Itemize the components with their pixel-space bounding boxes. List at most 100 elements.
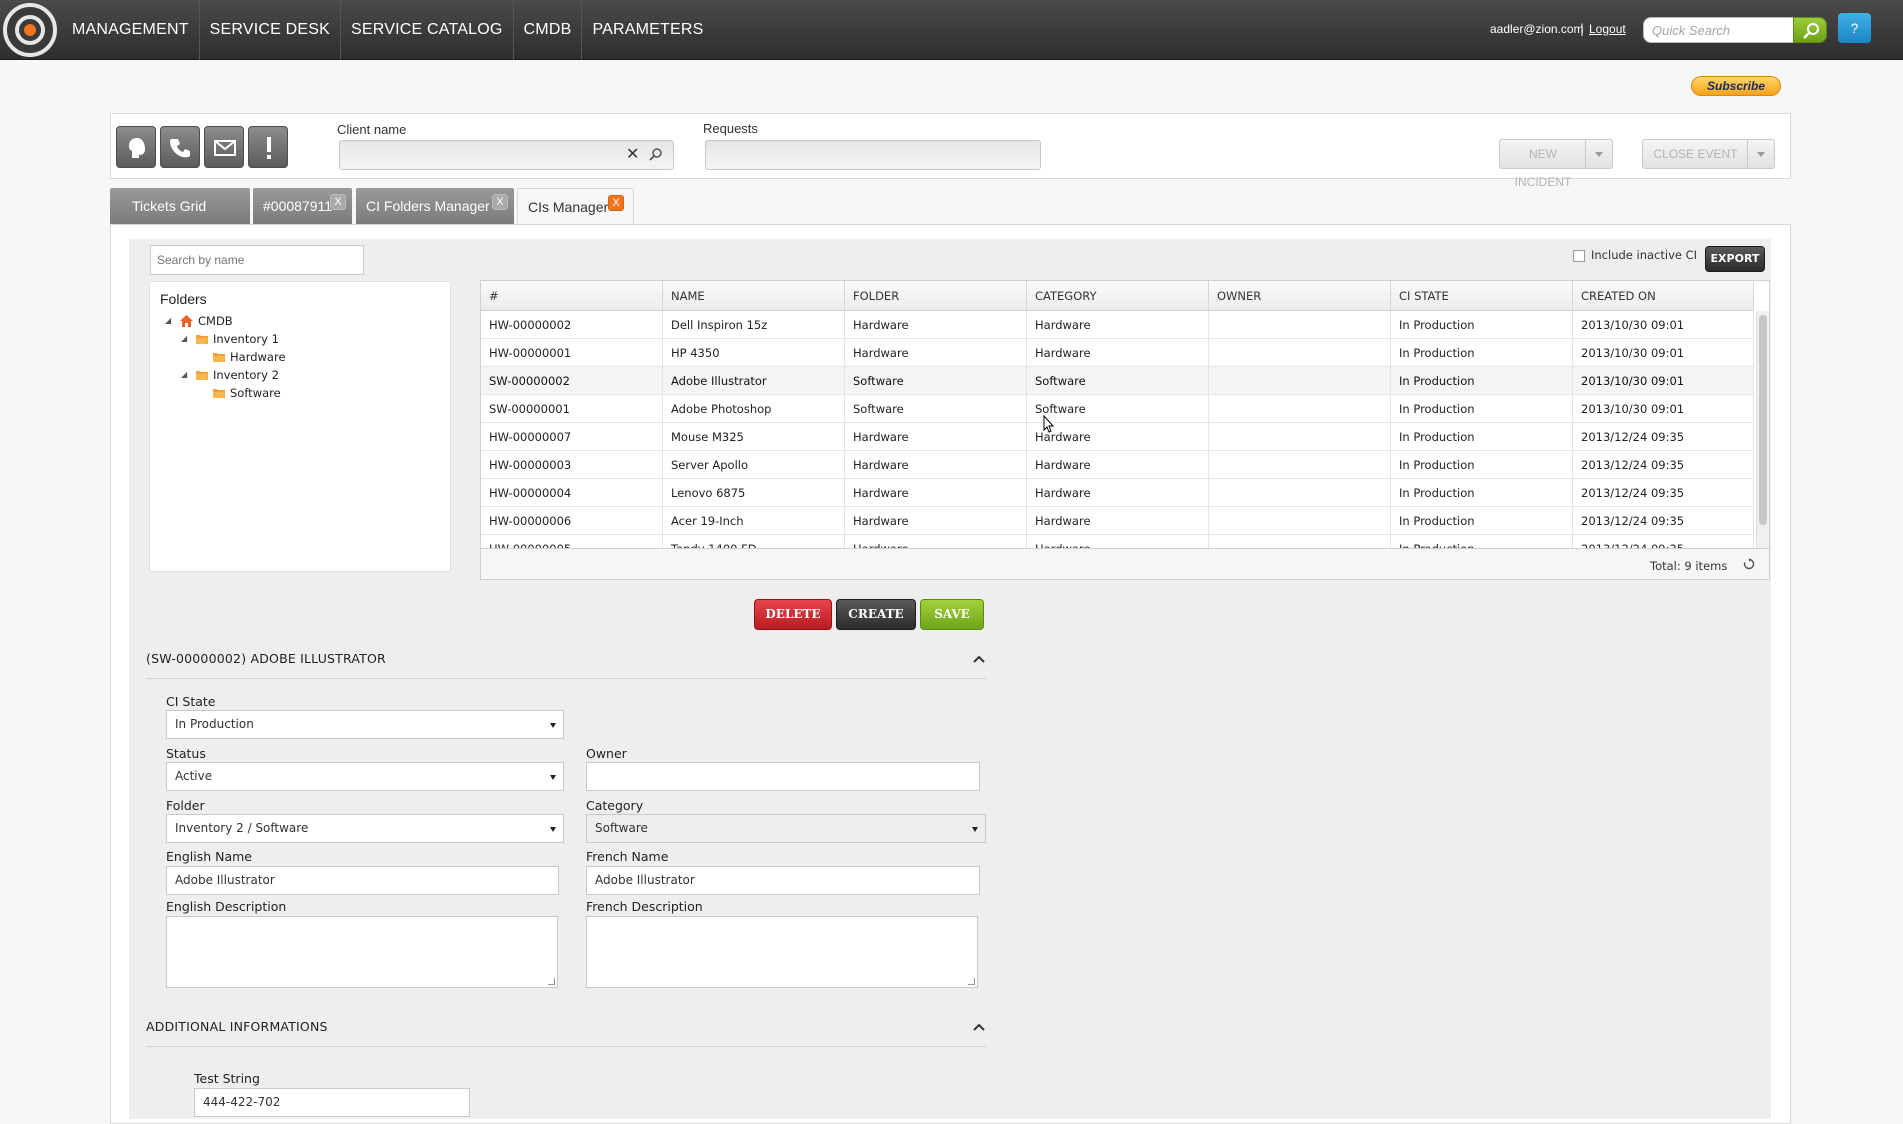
alert-button[interactable] bbox=[248, 126, 288, 168]
cell-created-on: 2013/12/24 09:35 bbox=[1573, 507, 1754, 535]
table-row[interactable]: HW-00000003 Server Apollo Hardware Hardware… bbox=[481, 451, 1754, 479]
cell-created-on: 2013/10/30 09:01 bbox=[1573, 395, 1754, 423]
cell-number: HW-00000001 bbox=[481, 339, 663, 367]
column-header-created-on[interactable]: CREATED ON bbox=[1573, 281, 1754, 311]
column-header-folder[interactable]: FOLDER bbox=[845, 281, 1027, 311]
close-tab-icon[interactable]: X bbox=[492, 194, 508, 210]
include-inactive-checkbox[interactable] bbox=[1573, 250, 1585, 262]
table-row[interactable]: HW-00000007 Mouse M325 Hardware Hardware In … bbox=[481, 423, 1754, 451]
close-tab-icon[interactable]: X bbox=[330, 194, 346, 210]
table-row[interactable]: HW-00000001 HP 4350 Hardware Hardware In Pro… bbox=[481, 339, 1754, 367]
tree-item-hardware[interactable]: Hardware bbox=[212, 347, 286, 367]
french-name-field[interactable]: Adobe Illustrator bbox=[586, 866, 980, 895]
table-row[interactable]: HW-00000006 Acer 19-Inch Hardware Hardware I… bbox=[481, 507, 1754, 535]
refresh-icon[interactable] bbox=[1743, 558, 1755, 570]
cell-folder: Hardware bbox=[845, 311, 1027, 339]
tab-cis-manager[interactable]: CIs Manager X bbox=[517, 188, 634, 226]
subscribe-button[interactable]: Subscribe bbox=[1691, 76, 1781, 96]
english-description-label: English Description bbox=[166, 899, 287, 914]
nav-service-catalog[interactable]: SERVICE CATALOG bbox=[341, 0, 514, 60]
cell-name: Server Apollo bbox=[663, 451, 845, 479]
tab-tickets-grid[interactable]: Tickets Grid bbox=[110, 188, 250, 225]
cell-name: Tandy 1400 FD bbox=[663, 535, 845, 548]
cell-name: Adobe Photoshop bbox=[663, 395, 845, 423]
column-header-category[interactable]: CATEGORY bbox=[1027, 281, 1209, 311]
logout-link[interactable]: Logout bbox=[1589, 22, 1626, 36]
column-header-number[interactable]: # bbox=[481, 281, 663, 311]
email-button[interactable] bbox=[204, 126, 244, 168]
user-email: aadler@zion.com bbox=[1490, 22, 1584, 36]
search-by-name-input[interactable] bbox=[150, 245, 364, 275]
table-row[interactable]: HW-00000005Tandy 1400 FDHardwareHardware… bbox=[481, 535, 1754, 548]
close-tab-icon[interactable]: X bbox=[608, 195, 624, 211]
client-name-field[interactable] bbox=[339, 140, 674, 170]
folder-select[interactable]: Inventory 2 / Software bbox=[166, 814, 564, 843]
chevron-up-icon[interactable] bbox=[972, 654, 986, 664]
create-button[interactable]: CREATE bbox=[836, 599, 916, 630]
table-row[interactable]: SW-00000002 Adobe Illustrator Software Soft… bbox=[481, 367, 1754, 395]
tree-item-software[interactable]: Software bbox=[212, 383, 281, 403]
folders-tree-panel: Folders ◢ CMDB ◢ Inventory 1 Hardware ◢ … bbox=[149, 281, 451, 572]
tab-label: #00087911 bbox=[263, 198, 333, 214]
tab-ci-folders-manager[interactable]: CI Folders Manager X bbox=[356, 188, 514, 225]
walk-in-button[interactable] bbox=[116, 126, 156, 168]
save-button[interactable]: SAVE bbox=[920, 599, 984, 630]
collapse-toggle-icon[interactable]: ◢ bbox=[181, 365, 195, 385]
delete-button[interactable]: DELETE bbox=[754, 599, 832, 630]
tree-item-inventory-2[interactable]: ◢ Inventory 2 bbox=[181, 365, 279, 385]
cell-category: Software bbox=[1027, 367, 1209, 395]
category-select[interactable]: Software bbox=[586, 814, 986, 843]
tree-label: Software bbox=[230, 386, 281, 400]
column-header-ci-state[interactable]: CI STATE bbox=[1391, 281, 1573, 311]
nav-parameters[interactable]: PARAMETERS bbox=[582, 0, 713, 60]
cell-created-on: 2013/10/30 09:01 bbox=[1573, 339, 1754, 367]
export-button[interactable]: EXPORT bbox=[1705, 246, 1765, 272]
column-header-name[interactable]: NAME bbox=[663, 281, 845, 311]
cell-number: HW-00000006 bbox=[481, 507, 663, 535]
cell-ci-state: In Production bbox=[1391, 507, 1573, 535]
english-description-field[interactable] bbox=[166, 916, 558, 988]
magnifier-icon[interactable] bbox=[648, 147, 663, 162]
new-incident-button[interactable]: NEW INCIDENT bbox=[1499, 139, 1613, 189]
app-logo-icon[interactable] bbox=[3, 3, 57, 57]
cell-category: Hardware bbox=[1027, 535, 1209, 548]
nav-service-desk[interactable]: SERVICE DESK bbox=[200, 0, 342, 60]
tab-ticket-00087911[interactable]: #00087911 X bbox=[253, 188, 352, 225]
english-name-field[interactable]: Adobe Illustrator bbox=[166, 866, 559, 895]
quick-search-input[interactable] bbox=[1643, 17, 1794, 43]
cell-owner bbox=[1209, 423, 1391, 451]
chevron-down-icon[interactable] bbox=[1585, 140, 1612, 168]
cell-category: Hardware bbox=[1027, 311, 1209, 339]
collapse-toggle-icon[interactable]: ◢ bbox=[181, 329, 195, 349]
chevron-up-icon[interactable] bbox=[972, 1022, 986, 1032]
total-items: Total: 9 items bbox=[1650, 559, 1728, 573]
requests-label: Requests bbox=[703, 121, 758, 136]
help-button[interactable]: ? bbox=[1838, 13, 1871, 43]
status-select[interactable]: Active bbox=[166, 762, 564, 791]
requests-field[interactable] bbox=[705, 140, 1041, 170]
tree-label: Inventory 1 bbox=[213, 332, 279, 346]
owner-field[interactable] bbox=[586, 762, 980, 791]
clear-icon[interactable]: ✕ bbox=[626, 144, 639, 163]
nav-management[interactable]: MANAGEMENT bbox=[62, 0, 200, 60]
cell-ci-state: In Production bbox=[1391, 535, 1573, 548]
cell-name: Mouse M325 bbox=[663, 423, 845, 451]
phone-button[interactable] bbox=[160, 126, 200, 168]
close-event-button[interactable]: CLOSE EVENT bbox=[1642, 139, 1775, 169]
nav-cmdb[interactable]: CMDB bbox=[514, 0, 583, 60]
collapse-toggle-icon[interactable]: ◢ bbox=[165, 311, 179, 331]
cell-name: Adobe Illustrator bbox=[663, 367, 845, 395]
french-description-field[interactable] bbox=[586, 916, 978, 988]
tree-item-cmdb[interactable]: ◢ CMDB bbox=[165, 311, 233, 331]
chevron-down-icon[interactable] bbox=[1747, 140, 1774, 168]
section-divider bbox=[146, 678, 986, 679]
table-row[interactable]: HW-00000004 Lenovo 6875 Hardware Hardware In… bbox=[481, 479, 1754, 507]
grid-scrollbar[interactable] bbox=[1756, 311, 1769, 548]
ci-state-select[interactable]: In Production bbox=[166, 710, 564, 739]
table-row[interactable]: SW-00000001 Adobe Photoshop Software Softwa… bbox=[481, 395, 1754, 423]
column-header-owner[interactable]: OWNER bbox=[1209, 281, 1391, 311]
cell-ci-state: In Production bbox=[1391, 367, 1573, 395]
tree-item-inventory-1[interactable]: ◢ Inventory 1 bbox=[181, 329, 279, 349]
table-row[interactable]: HW-00000002 Dell Inspiron 15z Hardware Hard… bbox=[481, 311, 1754, 339]
quick-search-button[interactable] bbox=[1793, 17, 1827, 43]
